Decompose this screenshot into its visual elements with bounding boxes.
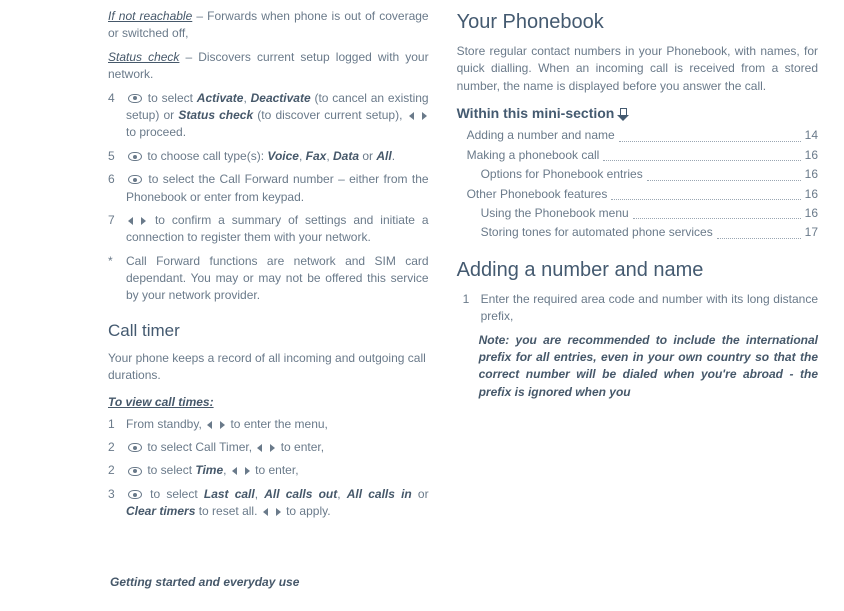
nav-arrows-icon: [207, 420, 225, 430]
within-heading: Within this mini-section: [457, 103, 818, 123]
list-item: 2 to select Call Timer, to enter,: [108, 439, 429, 456]
toc-entry: Making a phonebook call16: [467, 147, 818, 164]
eye-icon: [128, 152, 142, 161]
list-item: 1 From standby, to enter the menu,: [108, 416, 429, 433]
eye-icon: [128, 175, 142, 184]
step-number: 5: [108, 148, 120, 165]
toc-entry: Using the Phonebook menu16: [467, 205, 818, 222]
toc-entry: Other Phonebook features16: [467, 186, 818, 203]
toc: Adding a number and name14 Making a phon…: [457, 127, 818, 241]
definition-term: If not reachable: [108, 9, 192, 23]
toc-entry: Storing tones for automated phone servic…: [467, 224, 818, 241]
paragraph: Store regular contact numbers in your Ph…: [457, 43, 818, 95]
step-text: to select the Call Forward number – eith…: [126, 171, 429, 206]
toc-entry: Adding a number and name14: [467, 127, 818, 144]
subheading: To view call times:: [108, 394, 429, 411]
nav-arrows-icon: [232, 466, 250, 476]
heading-adding-number: Adding a number and name: [457, 256, 818, 285]
list-item: 2 to select Time, to enter,: [108, 462, 429, 479]
nav-arrows-icon: [128, 216, 146, 226]
left-column: If not reachable – Forwards when phone i…: [0, 8, 441, 603]
step-text: to select Time, to enter,: [126, 462, 429, 479]
list-item: * Call Forward functions are network and…: [108, 253, 429, 305]
list-item: 7 to confirm a summary of settings and i…: [108, 212, 429, 247]
eye-icon: [128, 94, 142, 103]
heading-call-timer: Call timer: [108, 319, 429, 344]
paragraph: Your phone keeps a record of all incomin…: [108, 350, 429, 385]
page: If not reachable – Forwards when phone i…: [0, 0, 844, 611]
heading-your-phonebook: Your Phonebook: [457, 8, 818, 37]
nav-arrows-icon: [263, 507, 281, 517]
step-text: Call Forward functions are network and S…: [126, 253, 429, 305]
nav-arrows-icon: [409, 111, 427, 121]
step-number: 3: [108, 486, 120, 521]
step-number: 7: [108, 212, 120, 247]
list-item: 1 Enter the required area code and numbe…: [457, 291, 818, 326]
step-number: 6: [108, 171, 120, 206]
eye-icon: [128, 443, 142, 452]
step-text: Enter the required area code and number …: [481, 291, 818, 326]
step-number: 2: [108, 462, 120, 479]
definition-term: Status check: [108, 50, 179, 64]
eye-icon: [128, 490, 142, 499]
toc-entry: Options for Phonebook entries16: [467, 166, 818, 183]
nav-arrows-icon: [257, 443, 275, 453]
step-number: 1: [463, 291, 475, 326]
step-number: *: [108, 253, 120, 305]
page-footer: Getting started and everyday use: [110, 574, 299, 591]
note: Note: you are recommended to include the…: [457, 332, 818, 402]
step-text: to choose call type(s): Voice, Fax, Data…: [126, 148, 429, 165]
step-number: 2: [108, 439, 120, 456]
step-number: 4: [108, 90, 120, 142]
right-column: Your Phonebook Store regular contact num…: [441, 8, 824, 603]
step-text: to select Activate, Deactivate (to cance…: [126, 90, 429, 142]
step-text: to select Call Timer, to enter,: [126, 439, 429, 456]
arrow-down-icon: [618, 108, 627, 121]
list-item: 5 to choose call type(s): Voice, Fax, Da…: [108, 148, 429, 165]
list-item: 6 to select the Call Forward number – ei…: [108, 171, 429, 206]
step-text: to confirm a summary of settings and ini…: [126, 212, 429, 247]
eye-icon: [128, 467, 142, 476]
list-item: 4 to select Activate, Deactivate (to can…: [108, 90, 429, 142]
definition-item: If not reachable – Forwards when phone i…: [108, 8, 429, 43]
step-text: From standby, to enter the menu,: [126, 416, 429, 433]
step-number: 1: [108, 416, 120, 433]
list-item: 3 to select Last call, All calls out, Al…: [108, 486, 429, 521]
definition-item: Status check – Discovers current setup l…: [108, 49, 429, 84]
step-text: to select Last call, All calls out, All …: [126, 486, 429, 521]
